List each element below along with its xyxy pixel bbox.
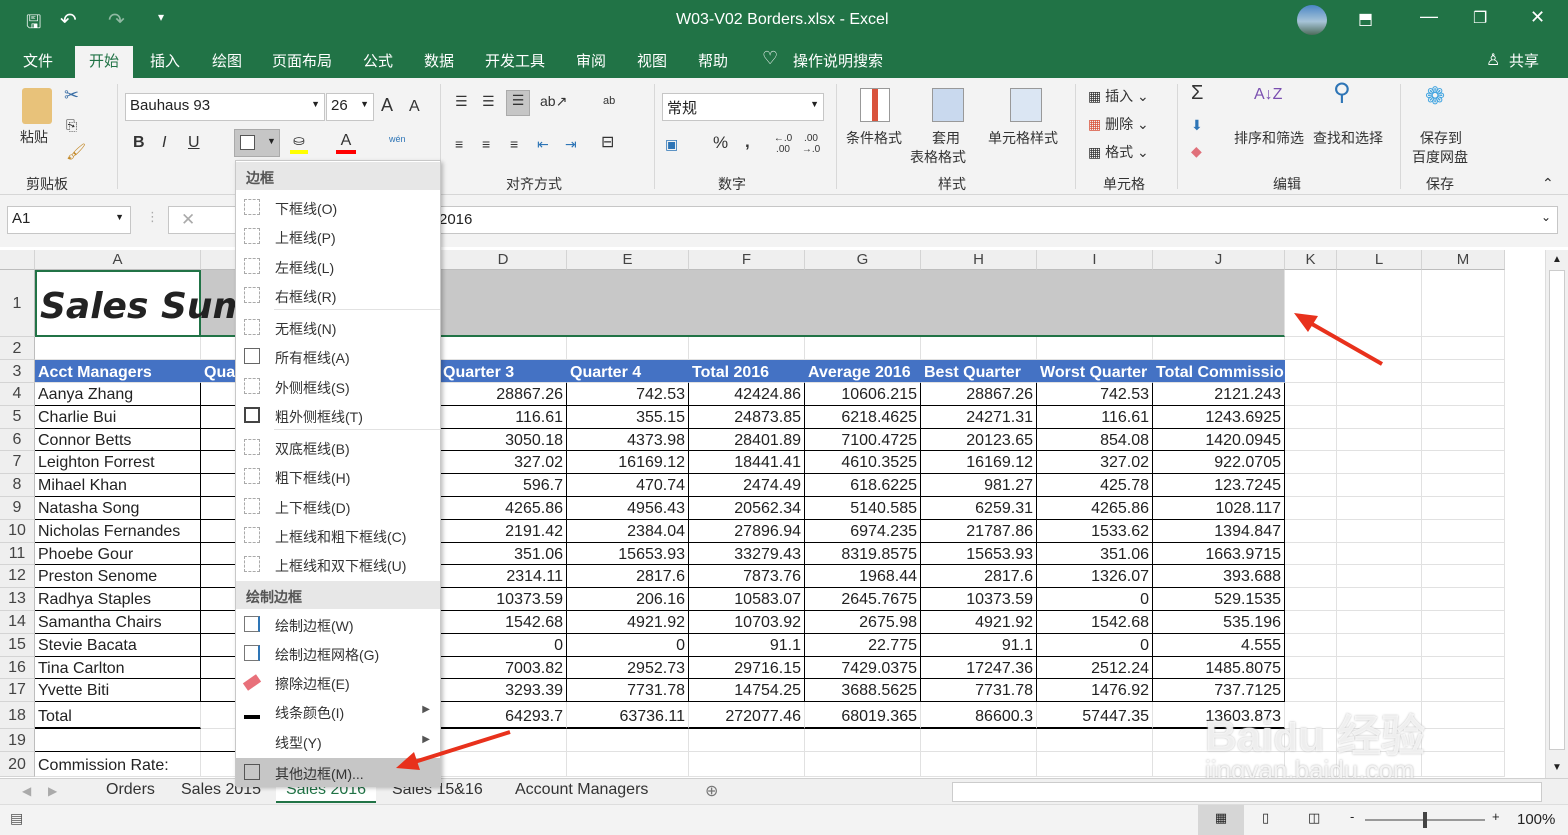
menu-item-label: 无框线(N) [275, 321, 337, 337]
thick-bottom-border-icon [244, 468, 260, 484]
menu-item-label: 绘制边框(W) [275, 618, 354, 634]
sheet-tab-orders[interactable]: Orders [106, 781, 155, 799]
menu-item-draw-border-grid[interactable]: 绘制边框网格(G) [236, 639, 440, 668]
right-border-icon [244, 287, 260, 303]
menu-item-all-borders[interactable]: 所有框线(A) [236, 342, 440, 371]
menu-item-label: 线型(Y) [275, 735, 322, 751]
menu-item-top-border[interactable]: 上框线(P) [236, 222, 440, 251]
menu-item-label: 粗下框线(H) [275, 470, 351, 486]
menu-item-label: 其他边框(M)... [275, 766, 364, 782]
menu-header-borders: 边框 [236, 162, 440, 190]
left-border-icon [244, 258, 260, 274]
next-sheet-icon[interactable]: ▶ [48, 784, 57, 798]
status-bar: ▤ ▦ ▯ ◫ - + 100% [0, 804, 1568, 835]
menu-item-label: 上框线和双下框线(U) [275, 558, 407, 574]
zoom-in-button[interactable]: + [1492, 809, 1500, 824]
menu-item-label: 上框线(P) [275, 230, 336, 246]
normal-view-button[interactable]: ▦ [1198, 805, 1244, 835]
menu-item-more-borders[interactable]: 其他边框(M)... [236, 758, 440, 787]
menu-item-label: 上框线和粗下框线(C) [275, 529, 407, 545]
menu-item-thick-outside-borders[interactable]: 粗外侧框线(T) [236, 401, 440, 430]
menu-item-line-color[interactable]: 线条颜色(I) ▶ [236, 697, 440, 726]
menu-item-double-bottom-border[interactable]: 双底框线(B) [236, 433, 440, 462]
outside-borders-icon [244, 378, 260, 394]
menu-item-label: 线条颜色(I) [275, 705, 345, 721]
all-borders-icon [244, 348, 260, 364]
menu-item-label: 上下框线(D) [275, 500, 351, 516]
menu-item-label: 所有框线(A) [275, 350, 350, 366]
menu-item-no-border[interactable]: 无框线(N) [236, 313, 440, 342]
menu-item-erase-border[interactable]: 擦除边框(E) [236, 668, 440, 697]
menu-item-draw-border[interactable]: 绘制边框(W) [236, 610, 440, 639]
menu-separator [274, 309, 440, 310]
borders-dropdown-menu: 边框下框线(O) 上框线(P) 左框线(L) 右框线(R) 无框线(N) 所有框线(A) 外… [235, 160, 441, 787]
menu-item-left-border[interactable]: 左框线(L) [236, 252, 440, 281]
submenu-arrow-icon: ▶ [422, 704, 430, 715]
more-borders-icon [244, 764, 260, 780]
top-border-icon [244, 228, 260, 244]
arrow-annotation [1294, 313, 1383, 366]
menu-item-label: 绘制边框网格(G) [275, 647, 380, 663]
no-border-icon [244, 319, 260, 335]
top-bottom-border-icon [244, 498, 260, 514]
thick-outside-borders-icon [244, 407, 260, 423]
submenu-arrow-icon: ▶ [422, 734, 430, 745]
new-sheet-button[interactable]: ⊕ [705, 781, 718, 801]
erase-border-icon [242, 674, 262, 691]
top-thick-bottom-border-icon [244, 527, 260, 543]
sheet-tab-account-managers[interactable]: Account Managers [515, 781, 648, 799]
menu-item-label: 双底框线(B) [275, 441, 350, 457]
zoom-slider[interactable] [1365, 812, 1485, 828]
zoom-level[interactable]: 100% [1517, 811, 1555, 828]
menu-separator [274, 429, 440, 430]
line-style-icon [244, 733, 260, 749]
top-double-bottom-border-icon [244, 556, 260, 572]
menu-item-label: 左框线(L) [275, 260, 335, 276]
menu-item-label: 外侧框线(S) [275, 380, 350, 396]
bottom-border-icon [244, 199, 260, 215]
prev-sheet-icon[interactable]: ◀ [22, 784, 31, 798]
menu-item-label: 粗外侧框线(T) [275, 409, 363, 425]
menu-item-outside-borders[interactable]: 外侧框线(S) [236, 372, 440, 401]
menu-item-label: 擦除边框(E) [275, 676, 350, 692]
draw-border-grid-icon [244, 645, 260, 661]
horizontal-scrollbar[interactable] [952, 782, 1542, 802]
menu-item-top-bottom-border[interactable]: 上下框线(D) [236, 492, 440, 521]
menu-item-right-border[interactable]: 右框线(R) [236, 281, 440, 310]
menu-item-thick-bottom-border[interactable]: 粗下框线(H) [236, 462, 440, 491]
page-break-view-button[interactable]: ◫ [1308, 810, 1320, 826]
macro-record-icon[interactable]: ▤ [10, 810, 23, 827]
draw-border-icon [244, 616, 260, 632]
menu-item-bottom-border[interactable]: 下框线(O) [236, 193, 440, 222]
menu-item-top-thick-bottom-border[interactable]: 上框线和粗下框线(C) [236, 521, 440, 550]
zoom-out-button[interactable]: - [1350, 809, 1354, 824]
line-color-icon [244, 703, 260, 719]
menu-item-label: 下框线(O) [275, 201, 338, 217]
menu-item-top-double-bottom-border[interactable]: 上框线和双下框线(U) [236, 550, 440, 579]
menu-header-draw-borders: 绘制边框 [236, 581, 440, 609]
double-bottom-border-icon [244, 439, 260, 455]
menu-item-label: 右框线(R) [275, 289, 337, 305]
menu-item-line-style[interactable]: 线型(Y) ▶ [236, 727, 440, 756]
page-layout-view-button[interactable]: ▯ [1262, 810, 1269, 826]
